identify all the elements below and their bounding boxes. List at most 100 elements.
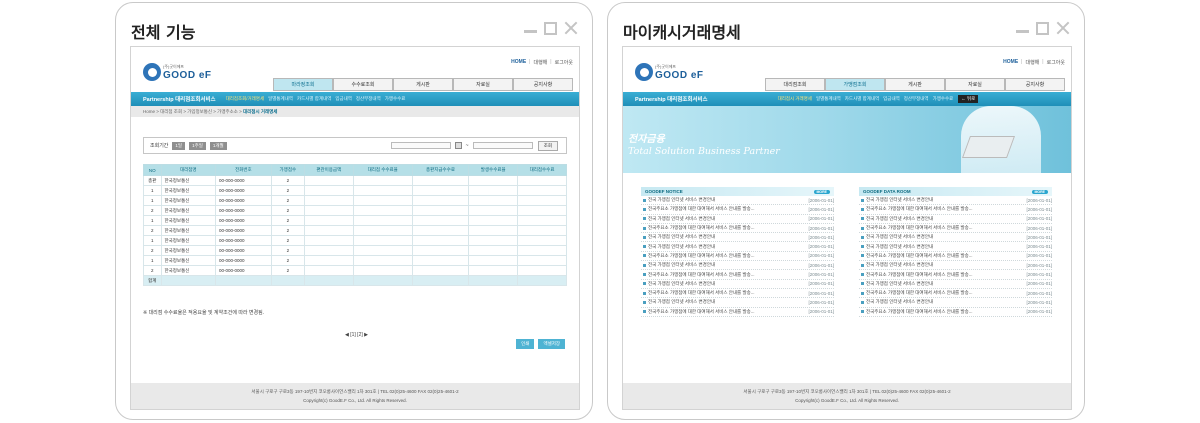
range-1week-button[interactable]: 1주일 — [189, 141, 206, 150]
list-item[interactable]: 전국주요소 가맹점에 대한 대여해서 서비스 안내를 발송... [2006-01… — [641, 224, 834, 234]
table-row[interactable]: 총판 한국정보통신 00-000-0000 2 — [143, 175, 567, 186]
list-item[interactable]: 전국주요소 가맹점에 대한 대여해서 서비스 안내를 발송... [2006-01… — [641, 205, 834, 215]
subnav-item[interactable]: 입금내역 — [335, 96, 352, 102]
search-button[interactable]: 조회 — [537, 140, 558, 151]
table-cell — [517, 245, 567, 256]
range-1day-button[interactable]: 1일 — [172, 141, 186, 150]
subnav-item[interactable]: 일별통계내역 — [816, 96, 841, 102]
list-item[interactable]: 전국 가맹점 인터넷 서비스 변경안내 [2006-01-01] — [859, 298, 1052, 308]
subnav-item[interactable]: 일별통계내역 — [268, 96, 293, 102]
list-item[interactable]: 전국주요소 가맹점에 대한 대여해서 서비스 안내를 발송... [2006-01… — [859, 308, 1052, 317]
tab-merchant[interactable]: 가맹점조회 — [825, 78, 885, 91]
close-icon[interactable] — [564, 21, 578, 35]
list-item[interactable]: 전국 가맹점 인터넷 서비스 변경안내 [2006-01-01] — [641, 242, 834, 252]
tab-agency[interactable]: 마라정조회 — [273, 78, 333, 91]
list-item[interactable]: 전국 가맹점 인터넷 서비스 변경안내 [2006-01-01] — [641, 196, 834, 206]
subnav-item[interactable]: 입금내역 — [883, 96, 900, 102]
excel-button[interactable]: 엑셀저장 — [538, 339, 565, 349]
tab-data[interactable]: 자료실 — [945, 78, 1005, 91]
back-button[interactable]: ← 뒤로 — [958, 95, 979, 103]
subnav-item[interactable]: 카드사별 합계내역 — [845, 96, 879, 102]
table-row[interactable]: 1 한국정보통신 00-000-0000 2 — [143, 195, 567, 206]
list-item[interactable]: 전국주요소 가맹점에 대한 대여해서 서비스 안내를 발송... [2006-01… — [641, 308, 834, 317]
list-item[interactable]: 전국 가맹점 인터넷 서비스 변경안내 [2006-01-01] — [859, 233, 1052, 243]
tab-notice[interactable]: 공지사항 — [513, 78, 573, 91]
list-item[interactable]: 전국 가맹점 인터넷 서비스 변경안내 [2006-01-01] — [859, 215, 1052, 224]
minimize-icon[interactable] — [1016, 29, 1029, 33]
subnav-item[interactable]: 카드사별 합계내역 — [297, 96, 331, 102]
table-cell: 총판 — [143, 175, 162, 186]
tab-board[interactable]: 게시판 — [393, 78, 453, 91]
list-item[interactable]: 전국 가맹점 인터넷 서비스 변경안내 [2006-01-01] — [641, 215, 834, 224]
list-item-title: 전국 가맹점 인터넷 서비스 변경안내 — [866, 234, 934, 240]
table-cell — [517, 235, 567, 246]
table-row[interactable]: 1 한국정보통신 00-000-0000 2 — [143, 255, 567, 266]
home-link[interactable]: HOME — [511, 59, 526, 66]
list-item[interactable]: 전국 가맹점 인터넷 서비스 변경안내 [2006-01-01] — [859, 261, 1052, 271]
tab-board[interactable]: 게시판 — [885, 78, 945, 91]
start-date-input[interactable] — [390, 142, 451, 149]
top-link[interactable]: 대행해 — [533, 59, 547, 66]
tab-data[interactable]: 자료실 — [453, 78, 513, 91]
tab-notice[interactable]: 공지사항 — [1005, 78, 1065, 91]
list-item[interactable]: 전국주요소 가맹점에 대한 대여해서 서비스 안내를 발송... [2006-01… — [859, 289, 1052, 299]
logout-link[interactable]: 로그아웃 — [555, 59, 573, 66]
list-item[interactable]: 전국 가맹점 인터넷 서비스 변경안내 [2006-01-01] — [641, 261, 834, 271]
minimize-icon[interactable] — [524, 29, 537, 33]
list-item[interactable]: 전국 가맹점 인터넷 서비스 변경안내 [2006-01-01] — [859, 242, 1052, 252]
calendar-icon[interactable] — [454, 142, 462, 149]
table-row[interactable]: 2 한국정보통신 00-000-0000 2 — [143, 245, 567, 256]
table-cell: 1 — [143, 215, 162, 226]
list-item[interactable]: 전국주요소 가맹점에 대한 대여해서 서비스 안내를 발송... [2006-01… — [641, 270, 834, 280]
pagination[interactable]: ◀ [1] [2] ▶ — [345, 332, 368, 338]
table-cell: 1 — [143, 185, 162, 196]
top-link[interactable]: 대행해 — [1025, 59, 1039, 66]
sub-nav-bar: Partnership 대리점조회서비스 대리점조회/거래명세 일별통계내역 카… — [131, 92, 579, 106]
table-row[interactable]: 1 한국정보통신 00-000-0000 2 — [143, 185, 567, 196]
list-item[interactable]: 전국 가맹점 인터넷 서비스 변경안내 [2006-01-01] — [641, 280, 834, 289]
table-row[interactable]: 2 한국정보통신 00-000-0000 2 — [143, 265, 567, 276]
list-item-date: [2006-01-01] — [808, 299, 834, 305]
home-link[interactable]: HOME — [1003, 59, 1018, 66]
subnav-item[interactable]: 가맹수수료 — [933, 96, 954, 102]
list-item[interactable]: 전국주요소 가맹점에 대한 대여해서 서비스 안내를 발송... [2006-01… — [641, 289, 834, 299]
list-item[interactable]: 전국주요소 가맹점에 대한 대여해서 서비스 안내를 발송... [2006-01… — [859, 224, 1052, 234]
tab-fee[interactable]: 수수료조회 — [333, 78, 393, 91]
close-icon[interactable] — [1056, 21, 1070, 35]
subnav-item[interactable]: 대리점조회/거래명세 — [226, 96, 265, 102]
list-item[interactable]: 전국 가맹점 인터넷 서비스 변경안내 [2006-01-01] — [859, 196, 1052, 206]
table-cell — [468, 255, 519, 266]
list-item[interactable]: 전국주요소 가맹점에 대한 대여해서 서비스 안내를 발송... [2006-01… — [859, 252, 1052, 262]
data-room-more-button[interactable]: MORE — [1031, 189, 1048, 194]
maximize-icon[interactable] — [544, 21, 557, 35]
range-1month-button[interactable]: 1개월 — [209, 141, 227, 150]
list-item[interactable]: 전국주요소 가맹점에 대한 대여해서 서비스 안내를 발송... [2006-01… — [859, 205, 1052, 215]
table-row[interactable]: 2 한국정보통신 00-000-0000 2 — [143, 205, 567, 216]
print-button[interactable]: 인쇄 — [516, 339, 535, 349]
tab-agency[interactable]: 대리점조회 — [765, 78, 825, 91]
list-item[interactable]: 전국 가맹점 인터넷 서비스 변경안내 [2006-01-01] — [641, 298, 834, 308]
list-item-date: [2006-01-01] — [808, 244, 834, 250]
subnav-item[interactable]: 가맹수수료 — [385, 96, 406, 102]
subnav-item[interactable]: 정산부정내역 — [356, 96, 381, 102]
list-item[interactable]: 전국 가맹점 인터넷 서비스 변경안내 [2006-01-01] — [641, 233, 834, 243]
list-item-title: 전국주요소 가맹점에 대한 대여해서 서비스 안내를 발송... — [648, 290, 755, 296]
table-cell: 2 — [270, 205, 305, 216]
site-logo[interactable]: (주)굿이에프 GOOD eF — [635, 63, 704, 81]
list-item[interactable]: 전국주요소 가맹점에 대한 대여해서 서비스 안내를 발송... [2006-01… — [859, 270, 1052, 280]
subnav-item[interactable]: 정산부정내역 — [904, 96, 929, 102]
table-cell — [352, 255, 413, 266]
table-row[interactable]: 1 한국정보통신 00-000-0000 2 — [143, 215, 567, 226]
end-date-input[interactable] — [472, 142, 533, 149]
list-item[interactable]: 전국 가맹점 인터넷 서비스 변경안내 [2006-01-01] — [859, 280, 1052, 289]
table-row[interactable]: 1 한국정보통신 00-000-0000 2 — [143, 235, 567, 246]
subnav-item[interactable]: 대리점시 거래명세 — [778, 96, 812, 102]
notice-more-button[interactable]: MORE — [813, 189, 830, 194]
logout-link[interactable]: 로그아웃 — [1047, 59, 1065, 66]
list-item[interactable]: 전국주요소 가맹점에 대한 대여해서 서비스 안내를 발송... [2006-01… — [641, 252, 834, 262]
list-item-title: 전국 가맹점 인터넷 서비스 변경안내 — [648, 243, 716, 249]
table-row[interactable]: 2 한국정보통신 00-000-0000 2 — [143, 225, 567, 236]
card-title: 전체 기능 — [131, 23, 196, 42]
site-logo[interactable]: (주)굿이에프 GOOD eF — [143, 63, 212, 81]
maximize-icon[interactable] — [1036, 21, 1049, 35]
